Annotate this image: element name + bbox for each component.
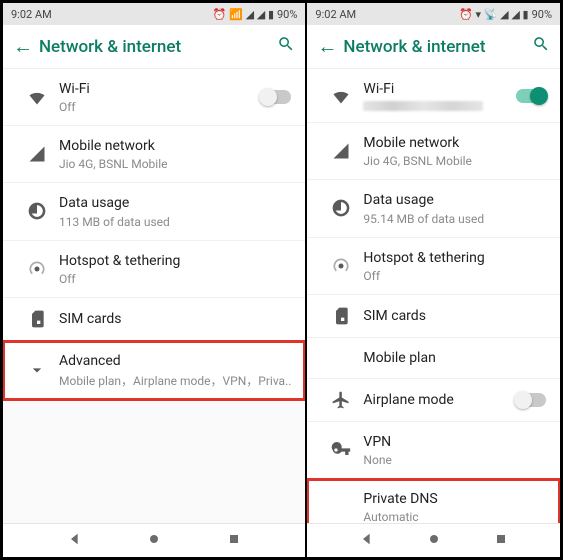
item-wifi[interactable]: Wi-Fi xyxy=(307,69,560,123)
label: Advanced xyxy=(59,352,291,370)
item-vpn[interactable]: VPN None xyxy=(307,422,560,479)
nav-home-icon[interactable] xyxy=(146,531,162,551)
phone-left: 9:02 AM ⏰ 📶 ◢ ◢ ▮ 90% ← Network & intern… xyxy=(3,3,305,557)
label: Mobile plan xyxy=(363,349,546,367)
label: Mobile network xyxy=(363,134,546,152)
phone-right: 9:02 AM ⏰ ▾ 📡 ◢ ◢ ▮ 90% ← Network & inte… xyxy=(307,3,560,557)
item-mobile-plan[interactable]: Mobile plan xyxy=(307,338,560,379)
sim-icon xyxy=(15,309,59,329)
sub: Automatic xyxy=(363,510,546,523)
status-bar: 9:02 AM ⏰ 📶 ◢ ◢ ▮ 90% xyxy=(3,3,305,25)
item-advanced[interactable]: Advanced Mobile plan，Airplane mode，VPN，P… xyxy=(3,341,305,400)
item-data-usage[interactable]: Data usage 95.14 MB of data used xyxy=(307,180,560,237)
item-sim-cards[interactable]: SIM cards xyxy=(307,295,560,338)
label: Private DNS xyxy=(363,490,546,508)
sub: Off xyxy=(59,272,291,286)
nav-bar xyxy=(3,523,305,557)
signal-icon xyxy=(319,141,363,161)
wifi-icon xyxy=(319,86,363,106)
label: Data usage xyxy=(363,191,546,209)
battery-text: 90% xyxy=(532,8,552,21)
item-private-dns[interactable]: Private DNS Automatic xyxy=(307,479,560,523)
nav-bar xyxy=(307,523,560,557)
label: Hotspot & tethering xyxy=(363,249,546,267)
item-sim-cards[interactable]: SIM cards xyxy=(3,298,305,341)
label: Data usage xyxy=(59,194,291,212)
airplane-icon xyxy=(319,390,363,410)
clock-text: 9:02 AM xyxy=(11,8,52,21)
battery-text: 90% xyxy=(277,8,297,21)
search-icon[interactable] xyxy=(532,35,550,58)
item-airplane-mode[interactable]: Airplane mode xyxy=(307,379,560,422)
airplane-toggle[interactable] xyxy=(516,393,546,407)
back-icon[interactable]: ← xyxy=(317,34,343,59)
sub: None xyxy=(363,453,546,467)
page-title: Network & internet xyxy=(343,37,532,57)
app-bar: ← Network & internet xyxy=(307,25,560,69)
label: SIM cards xyxy=(59,310,291,328)
sub: Off xyxy=(363,269,546,283)
sub: Mobile plan，Airplane mode，VPN，Priva.. xyxy=(59,372,291,389)
label: Wi-Fi xyxy=(59,80,251,98)
label: Wi-Fi xyxy=(363,80,506,98)
data-usage-icon xyxy=(319,198,363,218)
label: VPN xyxy=(363,433,546,451)
back-icon[interactable]: ← xyxy=(13,34,39,59)
wifi-toggle[interactable] xyxy=(261,90,291,104)
nav-back-icon[interactable] xyxy=(67,531,83,551)
item-hotspot[interactable]: Hotspot & tethering Off xyxy=(3,241,305,298)
label: Airplane mode xyxy=(363,391,506,409)
chevron-down-icon xyxy=(15,360,59,380)
wifi-ssid-redacted xyxy=(363,101,483,111)
status-icons: ⏰ 📶 ◢ ◢ ▮ xyxy=(213,8,274,21)
sub: Jio 4G, BSNL Mobile xyxy=(59,157,291,171)
settings-list: Wi-Fi Off Mobile network Jio 4G, BSNL Mo… xyxy=(3,69,305,523)
sub: 95.14 MB of data used xyxy=(363,212,546,226)
clock-text: 9:02 AM xyxy=(315,8,356,21)
sub: 113 MB of data used xyxy=(59,215,291,229)
search-icon[interactable] xyxy=(277,35,295,58)
status-icons: ⏰ ▾ 📡 ◢ ◢ ▮ xyxy=(459,8,529,21)
page-title: Network & internet xyxy=(39,37,277,57)
item-wifi[interactable]: Wi-Fi Off xyxy=(3,69,305,126)
sim-icon xyxy=(319,306,363,326)
app-bar: ← Network & internet xyxy=(3,25,305,69)
item-hotspot[interactable]: Hotspot & tethering Off xyxy=(307,238,560,295)
wifi-toggle[interactable] xyxy=(516,89,546,103)
label: Hotspot & tethering xyxy=(59,252,291,270)
signal-icon xyxy=(15,144,59,164)
nav-back-icon[interactable] xyxy=(359,531,375,551)
settings-list: Wi-Fi Mobile network Jio 4G, BSNL Mobile… xyxy=(307,69,560,523)
vpn-key-icon xyxy=(319,440,363,460)
item-mobile-network[interactable]: Mobile network Jio 4G, BSNL Mobile xyxy=(307,123,560,180)
nav-recents-icon[interactable] xyxy=(493,531,509,551)
wifi-icon xyxy=(15,87,59,107)
nav-recents-icon[interactable] xyxy=(226,531,242,551)
hotspot-icon xyxy=(15,259,59,279)
label: Mobile network xyxy=(59,137,291,155)
status-bar: 9:02 AM ⏰ ▾ 📡 ◢ ◢ ▮ 90% xyxy=(307,3,560,25)
sub: Jio 4G, BSNL Mobile xyxy=(363,154,546,168)
data-usage-icon xyxy=(15,201,59,221)
nav-home-icon[interactable] xyxy=(426,531,442,551)
hotspot-icon xyxy=(319,256,363,276)
label: SIM cards xyxy=(363,307,546,325)
item-data-usage[interactable]: Data usage 113 MB of data used xyxy=(3,183,305,240)
sub: Off xyxy=(59,100,251,114)
item-mobile-network[interactable]: Mobile network Jio 4G, BSNL Mobile xyxy=(3,126,305,183)
